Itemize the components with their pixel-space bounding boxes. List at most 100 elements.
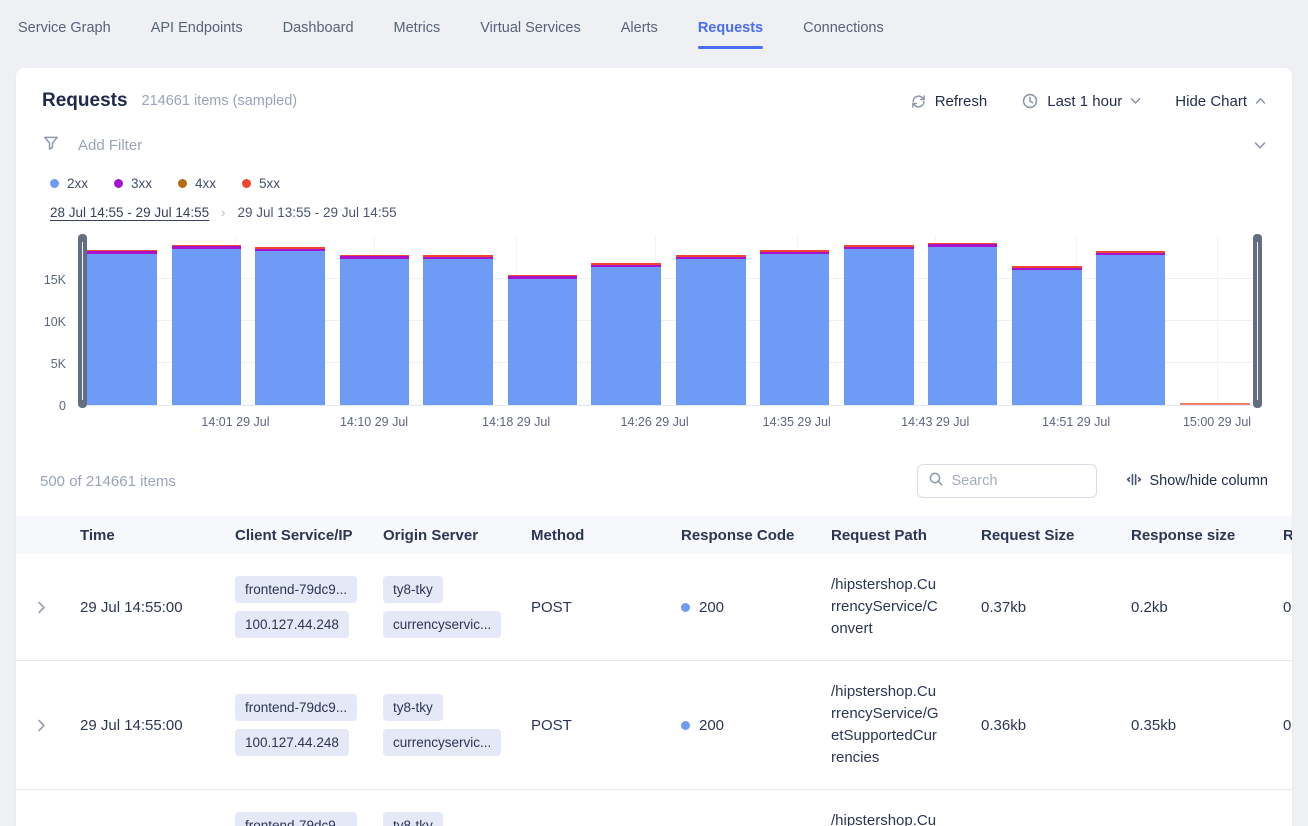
- tab-metrics[interactable]: Metrics: [394, 20, 441, 36]
- table-header-row: TimeClient Service/IPOrigin ServerMethod…: [16, 516, 1292, 554]
- client-pill: frontend-79dc9...: [235, 694, 357, 721]
- bar-segment-2xx: [87, 254, 157, 405]
- legend-label: 5xx: [259, 176, 280, 191]
- filter-expand-chevron-icon[interactable]: [1254, 137, 1266, 154]
- hide-chart-toggle[interactable]: Hide Chart: [1175, 93, 1266, 110]
- x-tick-label: 15:00 29 Jul: [1183, 415, 1251, 429]
- chart-plot: [78, 236, 1262, 406]
- response-code-dot: [681, 603, 690, 612]
- x-tick-label: 14:18 29 Jul: [482, 415, 550, 429]
- refresh-label: Refresh: [935, 93, 988, 110]
- bar-segment-2xx: [340, 259, 410, 405]
- bar-segment-5xx: [1180, 403, 1250, 405]
- filter-funnel-icon: [42, 134, 60, 156]
- tab-api-endpoints[interactable]: API Endpoints: [151, 20, 243, 36]
- cell-response-size: 0.35kb: [1131, 717, 1283, 734]
- search-box[interactable]: [917, 464, 1097, 498]
- response-code-value: 200: [699, 717, 724, 734]
- column-header-time: Time: [80, 527, 235, 544]
- y-tick-label: 15K: [44, 273, 66, 287]
- search-icon: [928, 471, 944, 491]
- legend-item-3xx[interactable]: 3xx: [114, 176, 152, 191]
- chart-legend: 2xx 3xx 4xx 5xx: [16, 156, 1292, 191]
- cell-time: 29 Jul 14:55:00: [80, 599, 235, 616]
- breadcrumb-previous-range[interactable]: 28 Jul 14:55 - 29 Jul 14:55: [50, 205, 209, 220]
- client-pill: 100.127.44.248: [235, 729, 349, 756]
- column-header-response-size: Response size: [1131, 527, 1283, 544]
- origin-pill: ty8-tky: [383, 812, 443, 826]
- cell-request-path: /hipstershop.CurrencyService/GetSupporte…: [831, 681, 953, 769]
- breadcrumb-chevron-icon: ›: [221, 205, 225, 220]
- chart-x-axis: 14:01 29 Jul14:10 29 Jul14:18 29 Jul14:2…: [78, 406, 1262, 436]
- chart-bar[interactable]: [423, 255, 493, 405]
- chart-bar[interactable]: [1012, 266, 1082, 405]
- tab-virtual-services[interactable]: Virtual Services: [480, 20, 580, 36]
- legend-item-5xx[interactable]: 5xx: [242, 176, 280, 191]
- cell-client-service-ip: frontend-79dc9...100.127.44.248: [235, 812, 383, 826]
- chart-bar[interactable]: [760, 250, 830, 405]
- bar-segment-2xx: [928, 247, 998, 405]
- chart-bar[interactable]: [87, 250, 157, 405]
- column-header-request-path: Request Path: [831, 527, 981, 544]
- response-code-dot: [681, 721, 690, 730]
- brush-handle-right[interactable]: [1253, 234, 1262, 408]
- items-count: 214661 items (sampled): [142, 93, 298, 109]
- chart-bar[interactable]: [1096, 251, 1166, 405]
- x-tick-label: 14:01 29 Jul: [201, 415, 269, 429]
- chevron-up-icon: [1255, 97, 1266, 105]
- bar-segment-2xx: [1012, 270, 1082, 405]
- tab-requests[interactable]: Requests: [698, 20, 763, 36]
- tab-service-graph[interactable]: Service Graph: [18, 20, 111, 36]
- brush-handle-left[interactable]: [78, 234, 87, 408]
- cell-request-size: 0.36kb: [981, 717, 1131, 734]
- time-range-selector[interactable]: Last 1 hour: [1021, 92, 1141, 110]
- tab-connections[interactable]: Connections: [803, 20, 884, 36]
- response-code-value: 200: [699, 599, 724, 616]
- clock-icon: [1021, 92, 1039, 110]
- hide-chart-label: Hide Chart: [1175, 93, 1247, 110]
- chart-bar[interactable]: [1180, 403, 1250, 405]
- table-summary: 500 of 214661 items: [40, 473, 176, 490]
- origin-pill: currencyservic...: [383, 611, 501, 638]
- chart-bar[interactable]: [844, 245, 914, 405]
- show-hide-column-button[interactable]: Show/hide column: [1125, 471, 1269, 492]
- search-input[interactable]: [952, 473, 1086, 489]
- chart-bar[interactable]: [928, 243, 998, 405]
- cell-method: POST: [531, 599, 681, 616]
- legend-item-4xx[interactable]: 4xx: [178, 176, 216, 191]
- bar-segment-2xx: [423, 259, 493, 405]
- cell-method: POST: [531, 717, 681, 734]
- cell-response-code: 200: [681, 599, 831, 616]
- bar-segment-2xx: [255, 251, 325, 405]
- show-hide-column-label: Show/hide column: [1150, 473, 1269, 489]
- column-header-origin-server: Origin Server: [383, 527, 531, 544]
- tab-dashboard[interactable]: Dashboard: [283, 20, 354, 36]
- add-filter-input[interactable]: Add Filter: [78, 137, 1236, 154]
- chart-bar[interactable]: [676, 255, 746, 405]
- chart-bar[interactable]: [340, 255, 410, 405]
- legend-label: 2xx: [67, 176, 88, 191]
- refresh-button[interactable]: Refresh: [910, 93, 988, 110]
- chart-bar[interactable]: [508, 275, 578, 405]
- cell-client-service-ip: frontend-79dc9... 100.127.44.248: [235, 694, 383, 756]
- table-row: 29 Jul 14:55:00frontend-79dc9...100.127.…: [16, 790, 1292, 826]
- chart-bar[interactable]: [172, 245, 242, 405]
- tab-alerts[interactable]: Alerts: [621, 20, 658, 36]
- chart-bar[interactable]: [255, 247, 325, 405]
- legend-label: 3xx: [131, 176, 152, 191]
- cell-origin-server: ty8-tkycurrencyservic...: [383, 694, 531, 756]
- requests-chart: 05K10K15K 14:01 29 Jul14:10 29 Jul14:18 …: [16, 220, 1292, 436]
- bar-segment-2xx: [760, 254, 830, 405]
- row-expand-button[interactable]: [16, 601, 80, 614]
- origin-pill: ty8-tky: [383, 576, 443, 603]
- row-expand-button[interactable]: [16, 719, 80, 732]
- chevron-right-icon: [37, 719, 46, 732]
- bar-segment-2xx: [676, 259, 746, 405]
- chart-bar[interactable]: [591, 263, 661, 405]
- legend-item-2xx[interactable]: 2xx: [50, 176, 88, 191]
- table-row: 29 Jul 14:55:00frontend-79dc9...100.127.…: [16, 554, 1292, 661]
- cell-origin-server: ty8-tky currencyservic...: [383, 576, 531, 638]
- legend-dot-5xx: [242, 179, 251, 188]
- client-pill: frontend-79dc9...: [235, 812, 357, 826]
- bar-segment-2xx: [172, 249, 242, 405]
